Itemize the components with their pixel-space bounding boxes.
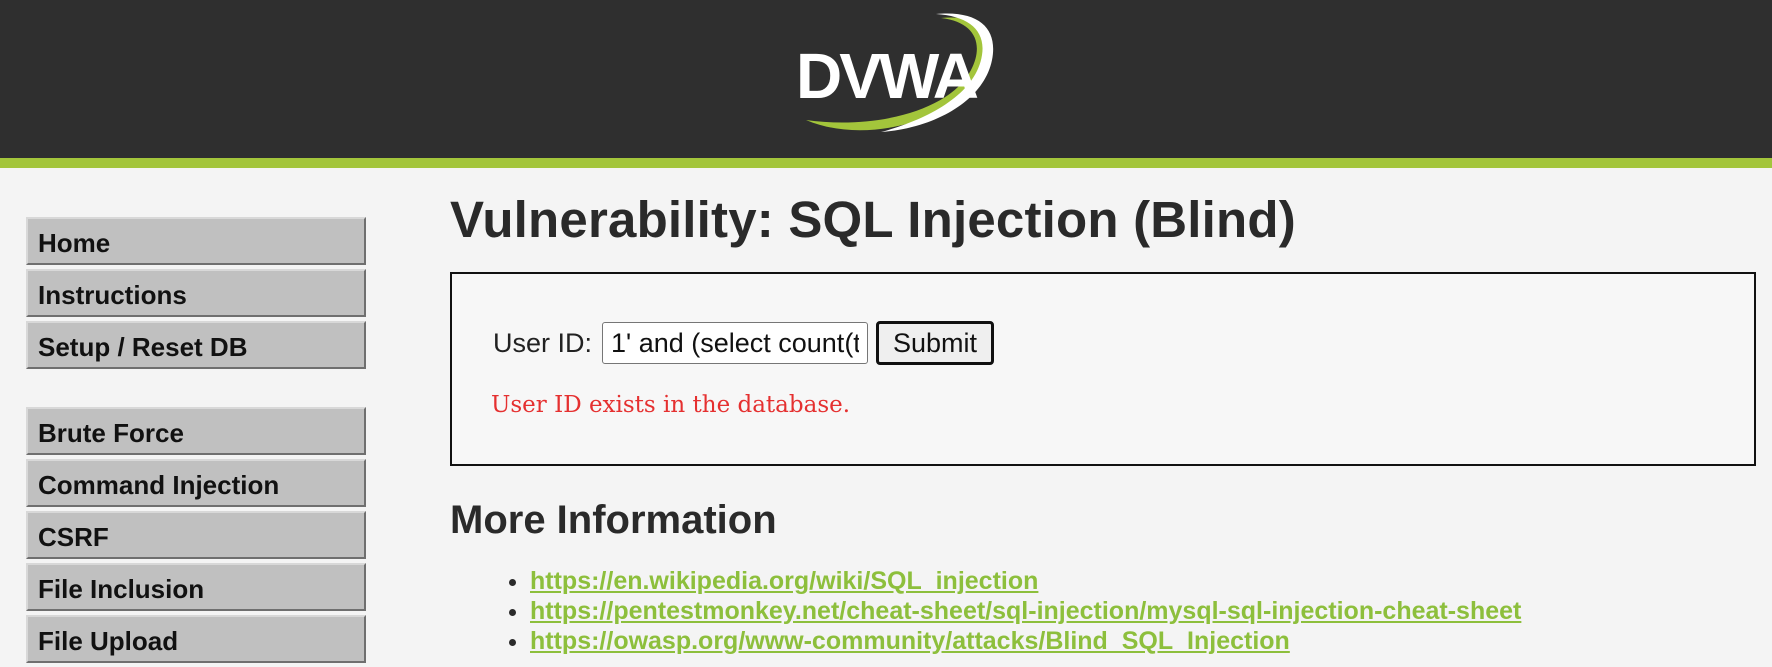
user-id-input[interactable]: [602, 322, 869, 364]
vulnerable-code-area: User ID: Submit User ID exists in the da…: [450, 272, 1756, 466]
link-pentestmonkey-cheat-sheet[interactable]: https://pentestmonkey.net/cheat-sheet/sq…: [530, 597, 1521, 625]
user-id-form: User ID: Submit: [493, 321, 995, 365]
result-message: User ID exists in the database.: [491, 392, 851, 418]
more-information-links: https://en.wikipedia.org/wiki/SQL_inject…: [450, 566, 1521, 656]
menu-item-csrf[interactable]: CSRF: [26, 511, 366, 559]
list-item: https://en.wikipedia.org/wiki/SQL_inject…: [530, 566, 1521, 596]
menu-item-command-injection[interactable]: Command Injection: [26, 459, 366, 507]
main-content: Vulnerability: SQL Injection (Blind) Use…: [450, 190, 1756, 655]
menu-item-file-upload[interactable]: File Upload: [26, 615, 366, 663]
site-header: DVWA: [0, 0, 1772, 168]
submit-button[interactable]: Submit: [876, 321, 995, 365]
menu-item-brute-force[interactable]: Brute Force: [26, 407, 366, 455]
menu-item-file-inclusion[interactable]: File Inclusion: [26, 563, 366, 611]
sidebar-menu: Home Instructions Setup / Reset DB Brute…: [26, 217, 366, 667]
list-item: https://pentestmonkey.net/cheat-sheet/sq…: [530, 596, 1521, 626]
page-title: Vulnerability: SQL Injection (Blind): [450, 191, 1296, 248]
menu-item-setup-reset-db[interactable]: Setup / Reset DB: [26, 321, 366, 369]
menu-item-instructions[interactable]: Instructions: [26, 269, 366, 317]
menu-item-home[interactable]: Home: [26, 217, 366, 265]
link-owasp-blind-sql-injection[interactable]: https://owasp.org/www-community/attacks/…: [530, 627, 1290, 655]
more-information-heading: More Information: [450, 498, 777, 542]
menu-separator: [26, 373, 366, 407]
list-item: https://owasp.org/www-community/attacks/…: [530, 626, 1521, 656]
user-id-label: User ID:: [493, 327, 593, 358]
dvwa-logo[interactable]: DVWA: [786, 10, 1000, 134]
link-wikipedia-sql-injection[interactable]: https://en.wikipedia.org/wiki/SQL_inject…: [530, 567, 1038, 595]
logo-text: DVWA: [796, 40, 978, 112]
